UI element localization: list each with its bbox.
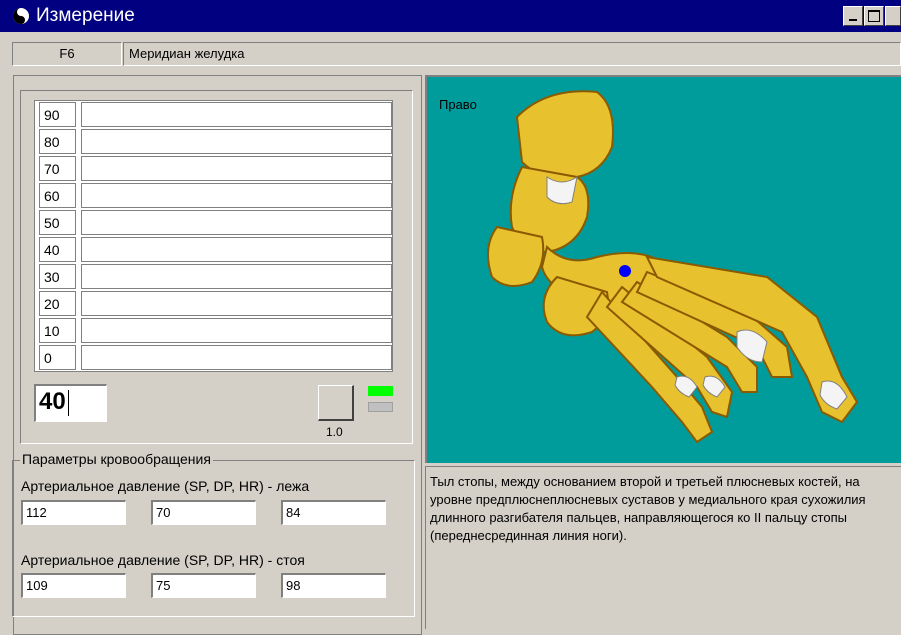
scale-label: 80 (39, 129, 76, 154)
foot-illustration (487, 90, 859, 444)
scale-bar (81, 318, 392, 343)
scale-label: 70 (39, 156, 76, 181)
scale-row: 0 (35, 344, 392, 371)
anatomy-image-panel: Право (425, 75, 901, 463)
scale-bar (81, 237, 392, 262)
scale-label: 90 (39, 102, 76, 127)
status-indicator-on (368, 386, 393, 396)
minimize-button[interactable] (843, 6, 863, 26)
description-panel: Тыл стопы, между основанием второй и тре… (425, 466, 901, 629)
scale-row: 20 (35, 290, 392, 317)
scale-row: 70 (35, 155, 392, 182)
scale-bar (81, 210, 392, 235)
bp-standing-label: Артериальное давление (SP, DP, HR) - сто… (21, 552, 305, 568)
scale-label: 0 (39, 345, 76, 370)
circulation-title: Параметры кровообращения (20, 451, 213, 467)
minimize-icon (849, 19, 857, 21)
scale-label: 50 (39, 210, 76, 235)
scale-label: 30 (39, 264, 76, 289)
bp-standing-sp-input[interactable]: 109 (21, 573, 126, 598)
maximize-icon (868, 10, 880, 22)
scale-bar (81, 183, 392, 208)
measure-button[interactable] (318, 385, 354, 421)
scale-label: 60 (39, 183, 76, 208)
scale-bar (81, 156, 392, 181)
meridian-name: Меридиан желудка (123, 42, 901, 66)
status-indicator-off (368, 402, 393, 412)
scale-bar (81, 102, 392, 127)
bp-lying-label: Артериальное давление (SP, DP, HR) - леж… (21, 478, 310, 494)
bp-lying-dp-input[interactable]: 70 (151, 500, 256, 525)
scale-row: 30 (35, 263, 392, 290)
scale-row: 60 (35, 182, 392, 209)
scale-bar (81, 345, 392, 370)
text-caret (67, 389, 69, 416)
measurement-value: 40 (39, 388, 66, 415)
measurement-value-input[interactable]: 40 (34, 384, 107, 422)
maximize-button[interactable] (864, 6, 884, 26)
bp-lying-hr-input[interactable]: 84 (281, 500, 386, 525)
measurement-scale: 90 80 70 60 50 40 30 20 10 0 (34, 100, 393, 372)
gain-label: 1.0 (326, 425, 343, 439)
scale-row: 80 (35, 128, 392, 155)
scale-row: 40 (35, 236, 392, 263)
bp-standing-dp-input[interactable]: 75 (151, 573, 256, 598)
scale-bar (81, 291, 392, 316)
scale-row: 50 (35, 209, 392, 236)
scale-bar (81, 264, 392, 289)
title-bar: Измерение (0, 0, 901, 32)
bp-standing-hr-input[interactable]: 98 (281, 573, 386, 598)
bp-lying-sp-input[interactable]: 112 (21, 500, 126, 525)
window-title: Измерение (36, 5, 135, 26)
scale-row: 10 (35, 317, 392, 344)
acupoint-marker (619, 265, 631, 277)
scale-row: 90 (35, 101, 392, 128)
point-code: F6 (12, 42, 122, 66)
app-icon (13, 8, 29, 24)
scale-label: 40 (39, 237, 76, 262)
scale-label: 20 (39, 291, 76, 316)
scale-bar (81, 129, 392, 154)
close-button[interactable] (885, 6, 901, 26)
point-description: Тыл стопы, между основанием второй и тре… (430, 474, 866, 543)
scale-label: 10 (39, 318, 76, 343)
